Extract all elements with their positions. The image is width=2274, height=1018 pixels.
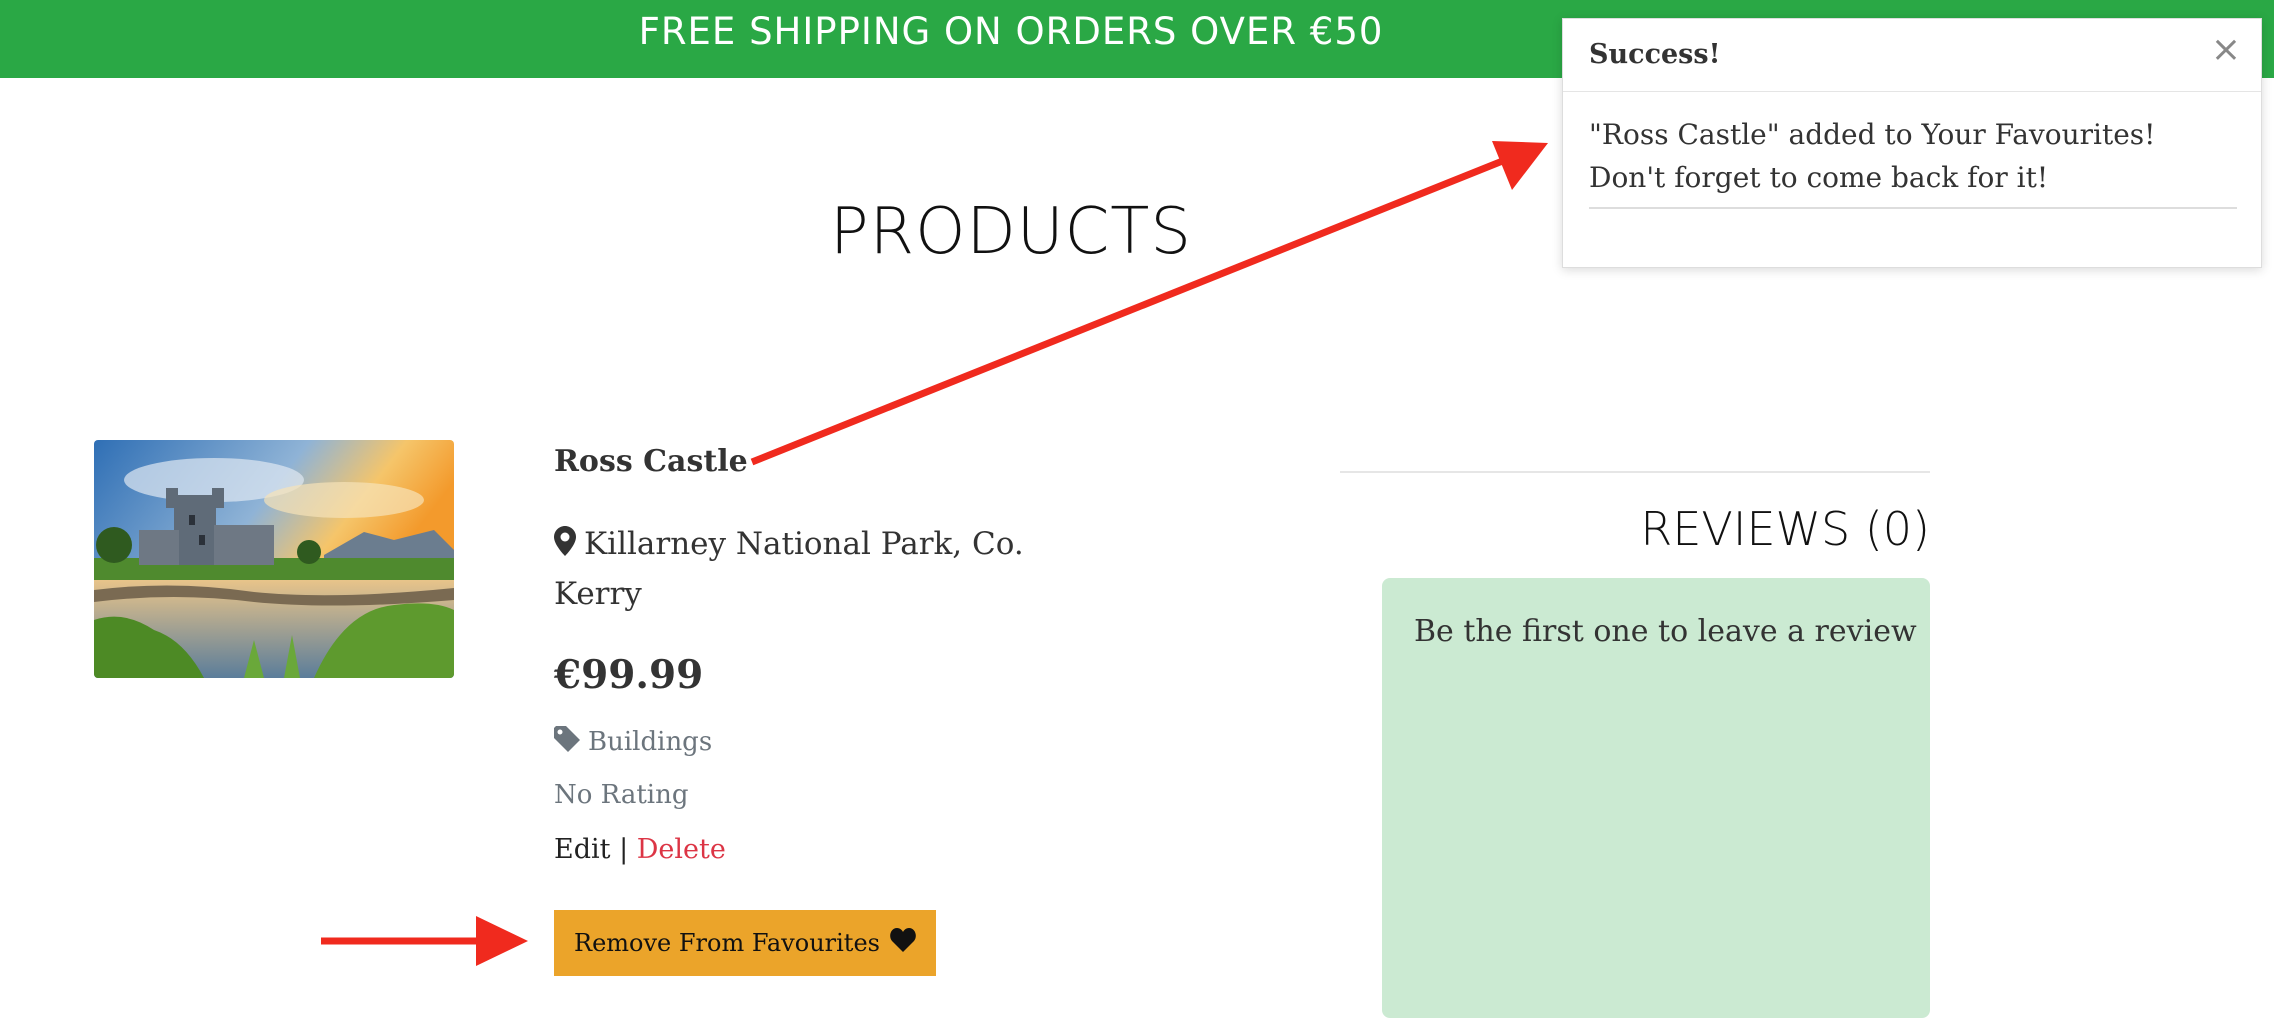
favourite-button-label: Remove From Favourites	[574, 929, 880, 957]
reviews-title: REVIEWS (0)	[1640, 502, 1930, 556]
admin-links: Edit | Delete	[554, 834, 726, 865]
product-name[interactable]: Ross Castle	[554, 444, 748, 479]
close-icon[interactable]: ×	[2211, 29, 2241, 70]
remove-from-favourites-button[interactable]: Remove From Favourites	[554, 910, 936, 976]
arrow-to-toast-head	[1492, 141, 1548, 190]
toast-divider	[1589, 207, 2237, 209]
product-image[interactable]	[94, 440, 454, 678]
heart-icon	[890, 928, 916, 958]
link-separator: |	[619, 834, 629, 865]
category-label[interactable]: Buildings	[588, 727, 712, 757]
product-rating: No Rating	[554, 780, 689, 810]
product-category[interactable]: Buildings	[554, 726, 712, 759]
toast-title: Success!	[1589, 39, 1721, 70]
product-price: €99.99	[554, 652, 704, 698]
toast-header: Success! ×	[1563, 19, 2261, 92]
product-location: Killarney National Park, Co. Kerry	[554, 520, 1024, 618]
reviews-empty-message: Be the first one to leave a review	[1414, 614, 1917, 649]
success-toast: Success! × "Ross Castle" added to Your F…	[1562, 18, 2262, 268]
castle-photo	[94, 440, 454, 678]
edit-link[interactable]: Edit	[554, 834, 610, 865]
map-marker-icon	[554, 522, 576, 570]
reviews-divider	[1340, 471, 1930, 473]
location-text: Killarney National Park, Co. Kerry	[554, 526, 1024, 612]
delete-link[interactable]: Delete	[637, 834, 726, 865]
arrow-to-button-head	[476, 916, 528, 966]
toast-message: "Ross Castle" added to Your Favourites! …	[1589, 118, 2156, 194]
tag-icon	[554, 726, 580, 759]
reviews-box: Be the first one to leave a review	[1382, 578, 1930, 1018]
